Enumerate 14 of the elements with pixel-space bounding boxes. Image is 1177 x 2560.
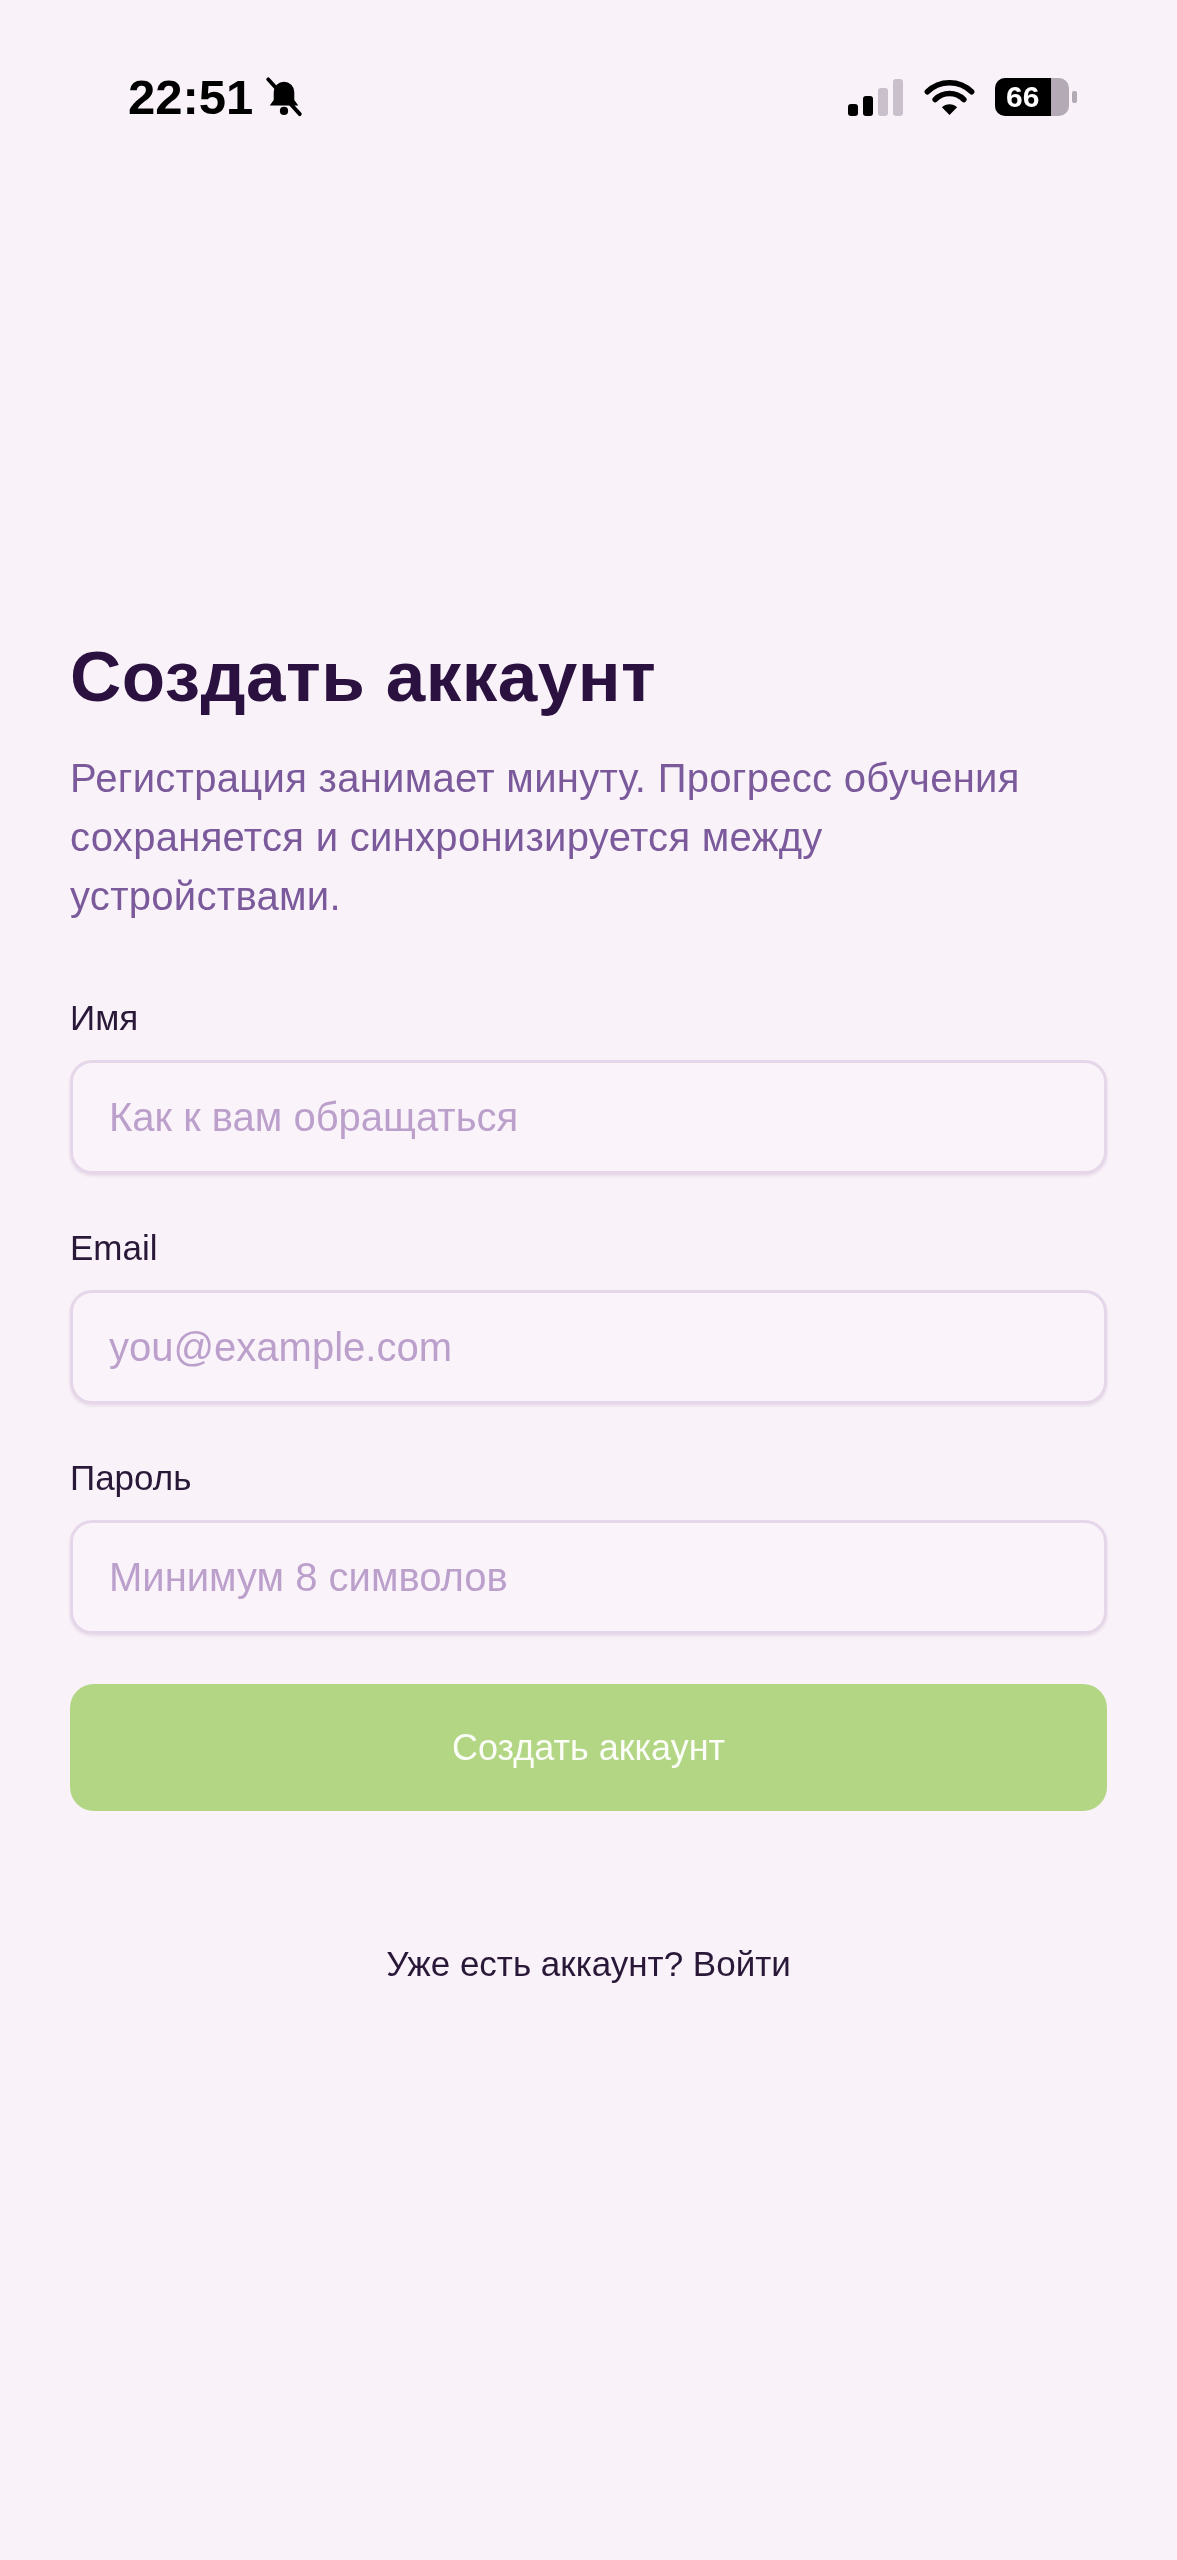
status-time: 22:51 — [128, 69, 254, 125]
field-label: Пароль — [70, 1458, 192, 1498]
page-subtitle: Регистрация занимает минуту. Прогресс обучения сохраняется и синхронизируется между устройствами. — [70, 755, 1021, 920]
signin-link[interactable]: Уже есть аккаунт? Войти — [386, 1942, 791, 1986]
field-label: Email — [70, 1228, 158, 1268]
wifi-icon — [924, 78, 975, 116]
field-label: Имя — [70, 998, 139, 1038]
battery-percent: 66 — [1006, 79, 1040, 115]
input-field[interactable]: Минимум 8 символов — [70, 1520, 1107, 1634]
input-field[interactable]: Как к вам обращаться — [70, 1060, 1107, 1174]
signal-icon — [848, 78, 904, 116]
input-field[interactable]: you@example.com — [70, 1290, 1107, 1404]
bell-slash-icon — [265, 75, 304, 119]
battery-icon — [995, 78, 1077, 116]
